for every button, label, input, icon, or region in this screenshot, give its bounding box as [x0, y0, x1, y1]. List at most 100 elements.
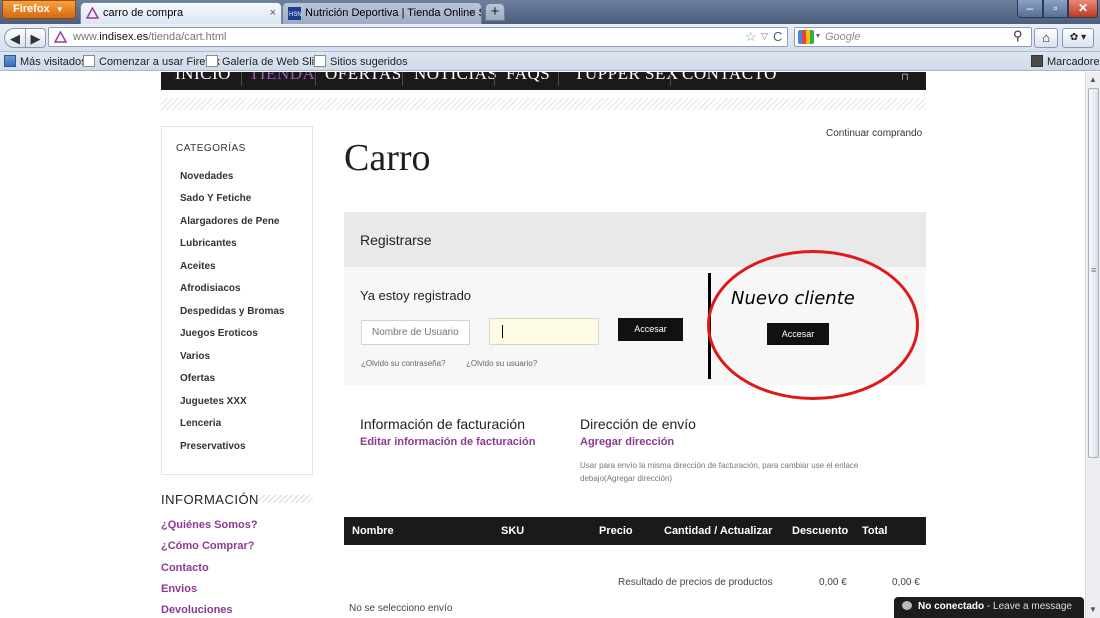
window-close-button[interactable]: ✕: [1068, 0, 1098, 18]
info-link-envios[interactable]: Envios: [161, 583, 197, 595]
bookmark-galeria[interactable]: Galería de Web Slice: [206, 55, 326, 68]
edit-billing-link[interactable]: Editar información de facturación: [360, 436, 535, 448]
info-title-divider: [258, 495, 313, 503]
category-item[interactable]: Lubricantes: [180, 238, 237, 249]
no-shipping-text: No se selecciono envío: [349, 603, 453, 614]
continue-shopping-link[interactable]: Continuar comprando: [826, 128, 922, 139]
window-minimize-button[interactable]: –: [1017, 0, 1043, 18]
search-icon[interactable]: ⚲: [1013, 28, 1023, 44]
addon-button[interactable]: ✿ ▾: [1062, 28, 1094, 48]
window-maximize-button[interactable]: ▫: [1043, 0, 1068, 18]
category-item[interactable]: Ofertas: [180, 373, 215, 384]
close-icon[interactable]: ×: [270, 7, 276, 19]
page-viewport: INICIO TIENDA OFERTAS NOTICIAS FAQS TUPP…: [0, 72, 1085, 618]
page-title: Carro: [344, 137, 431, 179]
category-item[interactable]: Lenceria: [180, 418, 221, 429]
page-icon: [83, 55, 95, 67]
column-header-cantidad: Cantidad / Actualizar: [664, 525, 773, 537]
summary-total: 0,00 €: [892, 577, 920, 588]
chat-message: - Leave a message: [984, 601, 1072, 612]
category-item[interactable]: Preservativos: [180, 441, 246, 452]
menu-item-tupper-sex[interactable]: TUPPER SEX: [574, 72, 679, 84]
category-item[interactable]: Juguetes XXX: [180, 396, 247, 407]
column-header-precio: Precio: [599, 525, 633, 537]
tab-carro-de-compra[interactable]: carro de compra ×: [80, 2, 282, 24]
category-item[interactable]: Novedades: [180, 171, 233, 182]
forgot-password-link[interactable]: ¿Olvido su contraseña?: [361, 359, 446, 368]
menu-item-contacto[interactable]: CONTACTO: [682, 72, 777, 84]
cart-table-header: Nombre SKU Precio Cantidad / Actualizar …: [344, 517, 926, 545]
chat-bubble-icon: [902, 601, 912, 610]
menu-divider: [161, 98, 926, 110]
category-item[interactable]: Sado Y Fetiche: [180, 193, 251, 204]
back-button[interactable]: ◀: [4, 28, 26, 48]
grip-icon: ≡: [1091, 265, 1097, 275]
page-icon: [314, 55, 326, 67]
summary-label: Resultado de precios de productos: [618, 577, 773, 588]
info-link-contacto[interactable]: Contacto: [161, 562, 209, 574]
menu-item-faqs[interactable]: FAQS: [506, 72, 550, 84]
category-item[interactable]: Juegos Eroticos: [180, 328, 258, 339]
category-item[interactable]: Varios: [180, 351, 210, 362]
column-header-total: Total: [862, 525, 888, 537]
vertical-scrollbar[interactable]: ▲ ≡ ▼: [1085, 72, 1100, 618]
password-input[interactable]: [489, 318, 599, 345]
categories-title: CATEGORÍAS: [176, 143, 246, 154]
page-icon: [206, 55, 218, 67]
google-icon[interactable]: [798, 30, 814, 44]
register-title: Registrarse: [360, 232, 432, 248]
firefox-menu-button[interactable]: Firefox ▼: [2, 0, 76, 19]
home-button[interactable]: ⌂: [1034, 28, 1058, 48]
category-item[interactable]: Despedidas y Bromas: [180, 306, 285, 317]
forward-button[interactable]: ▶: [26, 28, 46, 48]
registered-title: Ya estoy registrado: [360, 288, 472, 303]
info-link-quienes-somos[interactable]: ¿Quiénes Somos?: [161, 519, 258, 531]
username-input[interactable]: [361, 320, 470, 345]
chevron-down-icon: ▼: [55, 5, 64, 14]
bookmarks-toolbar: Más visitados Comenzar a usar Firefox Ga…: [0, 52, 1100, 71]
category-item[interactable]: Aceites: [180, 261, 216, 272]
site-favicon-icon: [86, 7, 99, 19]
bookmarks-star-icon: [1031, 55, 1043, 67]
login-button[interactable]: Accesar: [618, 318, 683, 341]
chevron-down-icon[interactable]: ▽: [761, 31, 768, 42]
url-bar[interactable]: www.indisex.es/tienda/cart.html ☆ ▽ C: [48, 27, 788, 47]
bookmark-comenzar[interactable]: Comenzar a usar Firefox: [83, 55, 220, 68]
reload-icon[interactable]: C: [773, 29, 782, 44]
scroll-down-arrow-icon[interactable]: ▼: [1089, 605, 1097, 614]
new-tab-button[interactable]: +: [485, 3, 505, 21]
cart-icon[interactable]: ⊓: [901, 72, 909, 83]
menu-item-noticias[interactable]: NOTICIAS: [414, 72, 497, 84]
shipping-title: Dirección de envío: [580, 416, 696, 432]
category-item[interactable]: Alargadores de Pene: [180, 216, 279, 227]
site-favicon-icon: [54, 31, 67, 43]
info-title: INFORMACIÓN: [161, 492, 259, 507]
scrollbar-thumb[interactable]: ≡: [1088, 88, 1099, 458]
nutricion-favicon-icon: HSN: [288, 7, 301, 20]
bookmarks-menu-button[interactable]: Marcadores: [1031, 55, 1100, 68]
browser-titlebar: Firefox ▼ carro de compra × HSN Nutrición…: [0, 0, 1100, 24]
bookmark-star-icon[interactable]: ☆: [745, 29, 757, 45]
tab-nutricion-deportiva[interactable]: HSN Nutrición Deportiva | Tienda Online …: [282, 2, 482, 24]
bookmark-folder-icon: [4, 55, 16, 67]
add-address-link[interactable]: Agregar dirección: [580, 436, 674, 448]
search-bar[interactable]: ▾ Google ⚲: [794, 27, 1032, 47]
column-header-sku: SKU: [501, 525, 525, 537]
scroll-up-arrow-icon[interactable]: ▲: [1089, 75, 1097, 84]
menu-item-tienda[interactable]: TIENDA: [249, 72, 315, 84]
bookmark-mas-visitados[interactable]: Más visitados: [4, 55, 87, 68]
close-icon[interactable]: ×: [470, 7, 476, 19]
bookmark-sitios[interactable]: Sitios sugeridos: [314, 55, 408, 68]
search-input[interactable]: Google: [825, 31, 860, 43]
summary-discount: 0,00 €: [819, 577, 847, 588]
navigation-toolbar: ◀ ▶ www.indisex.es/tienda/cart.html ☆ ▽ …: [0, 24, 1100, 52]
site-menu: INICIO TIENDA OFERTAS NOTICIAS FAQS TUPP…: [161, 72, 926, 90]
info-link-como-comprar[interactable]: ¿Cómo Comprar?: [161, 540, 255, 552]
category-item[interactable]: Afrodisiacos: [180, 283, 241, 294]
forgot-username-link[interactable]: ¿Olvido su usuario?: [466, 359, 537, 368]
menu-item-inicio[interactable]: INICIO: [175, 72, 231, 84]
menu-item-ofertas[interactable]: OFERTAS: [325, 72, 402, 84]
info-link-devoluciones[interactable]: Devoluciones: [161, 604, 233, 616]
chevron-down-icon[interactable]: ▾: [816, 31, 820, 40]
chat-widget[interactable]: No conectado - Leave a message: [894, 597, 1084, 618]
